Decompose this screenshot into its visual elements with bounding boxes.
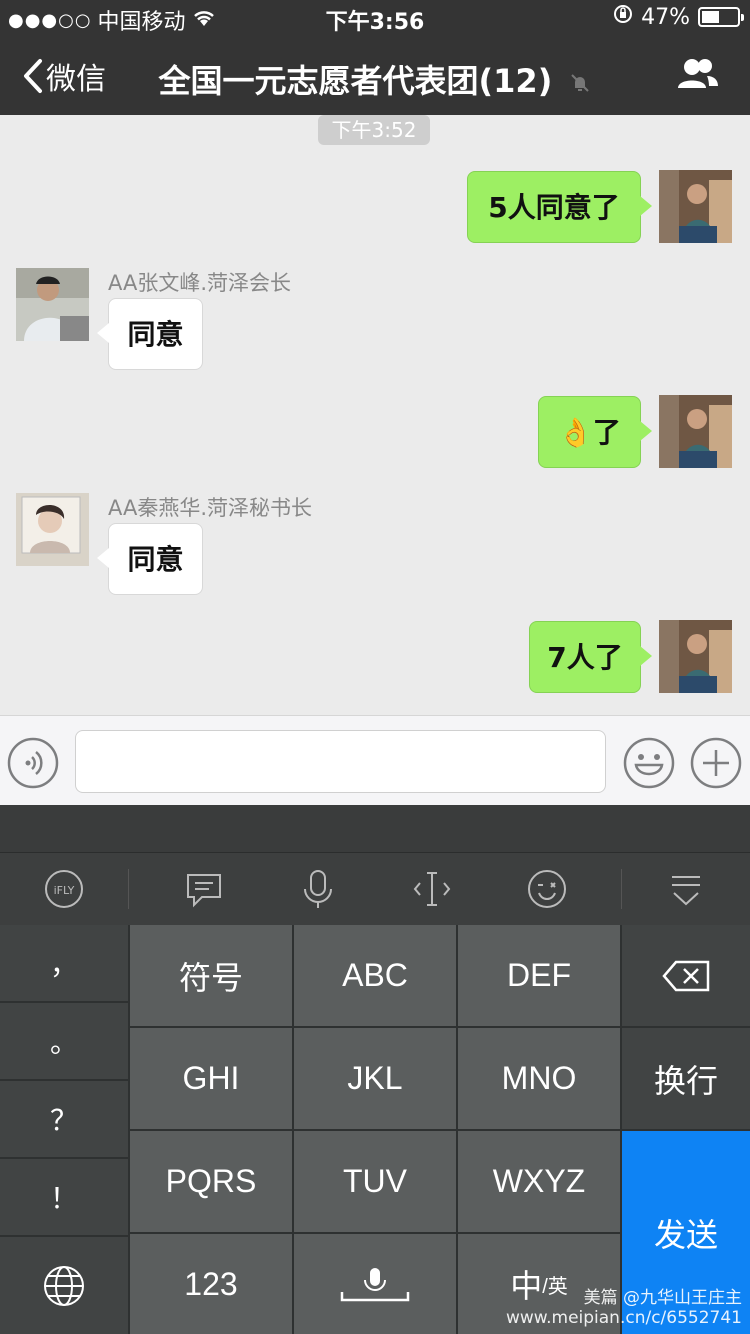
keyboard: ， 。 ？ ！ 符号 ABC DEF GHI JKL MNO PQRS TUV …	[0, 925, 750, 1334]
delete-key[interactable]	[622, 925, 750, 1026]
toolbar-divider	[621, 869, 622, 909]
space-mic-icon	[340, 1268, 410, 1302]
ifly-logo-icon[interactable]: iFLY	[44, 869, 84, 913]
key-123[interactable]: 123	[130, 1234, 292, 1334]
key-pqrs[interactable]: PQRS	[130, 1131, 292, 1232]
space-key[interactable]	[294, 1234, 456, 1334]
keyboard-candidate-bar	[0, 805, 750, 853]
message-bubble-incoming[interactable]: 同意	[97, 523, 203, 595]
battery-percent: 47%	[641, 4, 690, 30]
group-members-icon[interactable]	[676, 56, 720, 96]
nav-bar: 微信 全国一元志愿者代表团(12)	[0, 38, 750, 114]
keyboard-toolbar: iFLY	[0, 853, 750, 925]
watermark-url: www.meipian.cn/c/6552741	[505, 1308, 742, 1328]
key-symbols[interactable]: 符号	[130, 925, 292, 1026]
rotation-lock-icon	[613, 4, 633, 30]
top-bar: ●●●○○ 中国移动 下午3:56 47% 微信 全国一元志愿者代表团(12)	[0, 0, 750, 115]
more-button[interactable]	[690, 737, 742, 793]
avatar-self[interactable]	[659, 170, 732, 243]
emoji-button[interactable]	[623, 737, 675, 793]
newline-key[interactable]: 换行	[622, 1028, 750, 1129]
message-bubble-outgoing[interactable]: 5人同意了	[467, 171, 652, 243]
collapse-icon[interactable]	[668, 869, 704, 913]
chat-timestamp: 下午3:52	[318, 115, 430, 145]
avatar-sender[interactable]	[16, 493, 89, 566]
message-icon[interactable]	[184, 869, 224, 913]
key-question[interactable]: ？	[0, 1081, 128, 1157]
key-period[interactable]: 。	[0, 1003, 128, 1079]
chat-title: 全国一元志愿者代表团(12)	[0, 56, 750, 102]
emoji-icon[interactable]	[527, 869, 567, 913]
smiley-icon	[623, 737, 675, 789]
key-jkl[interactable]: JKL	[294, 1028, 456, 1129]
watermark: 美篇 @九华山王庄主 www.meipian.cn/c/6552741	[506, 1283, 742, 1328]
key-ghi[interactable]: GHI	[130, 1028, 292, 1129]
message-bubble-incoming[interactable]: 同意	[97, 298, 203, 370]
avatar-self[interactable]	[659, 395, 732, 468]
voice-input-button[interactable]	[7, 737, 59, 793]
avatar-self[interactable]	[659, 620, 732, 693]
mic-icon[interactable]	[300, 869, 336, 913]
message-bubble-outgoing[interactable]: 👌了	[538, 396, 652, 468]
chat-area[interactable]: 下午3:52 5人同意了 AA张文峰.菏泽会长 同意 👌了 AA秦燕华.菏泽秘书…	[0, 115, 750, 715]
sender-name: AA张文峰.菏泽会长	[108, 271, 291, 295]
globe-key[interactable]	[0, 1237, 128, 1334]
voice-icon	[7, 737, 59, 789]
watermark-author: 美篇 @九华山王庄主	[583, 1288, 742, 1308]
chat-title-text: 全国一元志愿者代表团(12)	[158, 62, 553, 100]
battery-icon	[698, 7, 744, 27]
sender-name: AA秦燕华.菏泽秘书长	[108, 496, 312, 520]
key-exclamation[interactable]: ！	[0, 1159, 128, 1235]
mute-icon	[569, 64, 591, 102]
backspace-icon	[662, 960, 710, 991]
toolbar-divider	[128, 869, 129, 909]
key-comma[interactable]: ，	[0, 925, 128, 1001]
plus-icon	[690, 737, 742, 789]
key-abc[interactable]: ABC	[294, 925, 456, 1026]
ifly-label: iFLY	[54, 884, 75, 897]
key-mno[interactable]: MNO	[458, 1028, 620, 1129]
status-bar: ●●●○○ 中国移动 下午3:56 47%	[0, 0, 750, 36]
cursor-icon[interactable]	[412, 869, 452, 913]
avatar-sender[interactable]	[16, 268, 89, 341]
globe-icon	[44, 1265, 84, 1306]
key-tuv[interactable]: TUV	[294, 1131, 456, 1232]
message-text-field[interactable]	[75, 730, 606, 793]
key-wxyz[interactable]: WXYZ	[458, 1131, 620, 1232]
message-bubble-outgoing[interactable]: 7人了	[529, 621, 652, 693]
key-def[interactable]: DEF	[458, 925, 620, 1026]
message-input-bar	[0, 715, 750, 805]
